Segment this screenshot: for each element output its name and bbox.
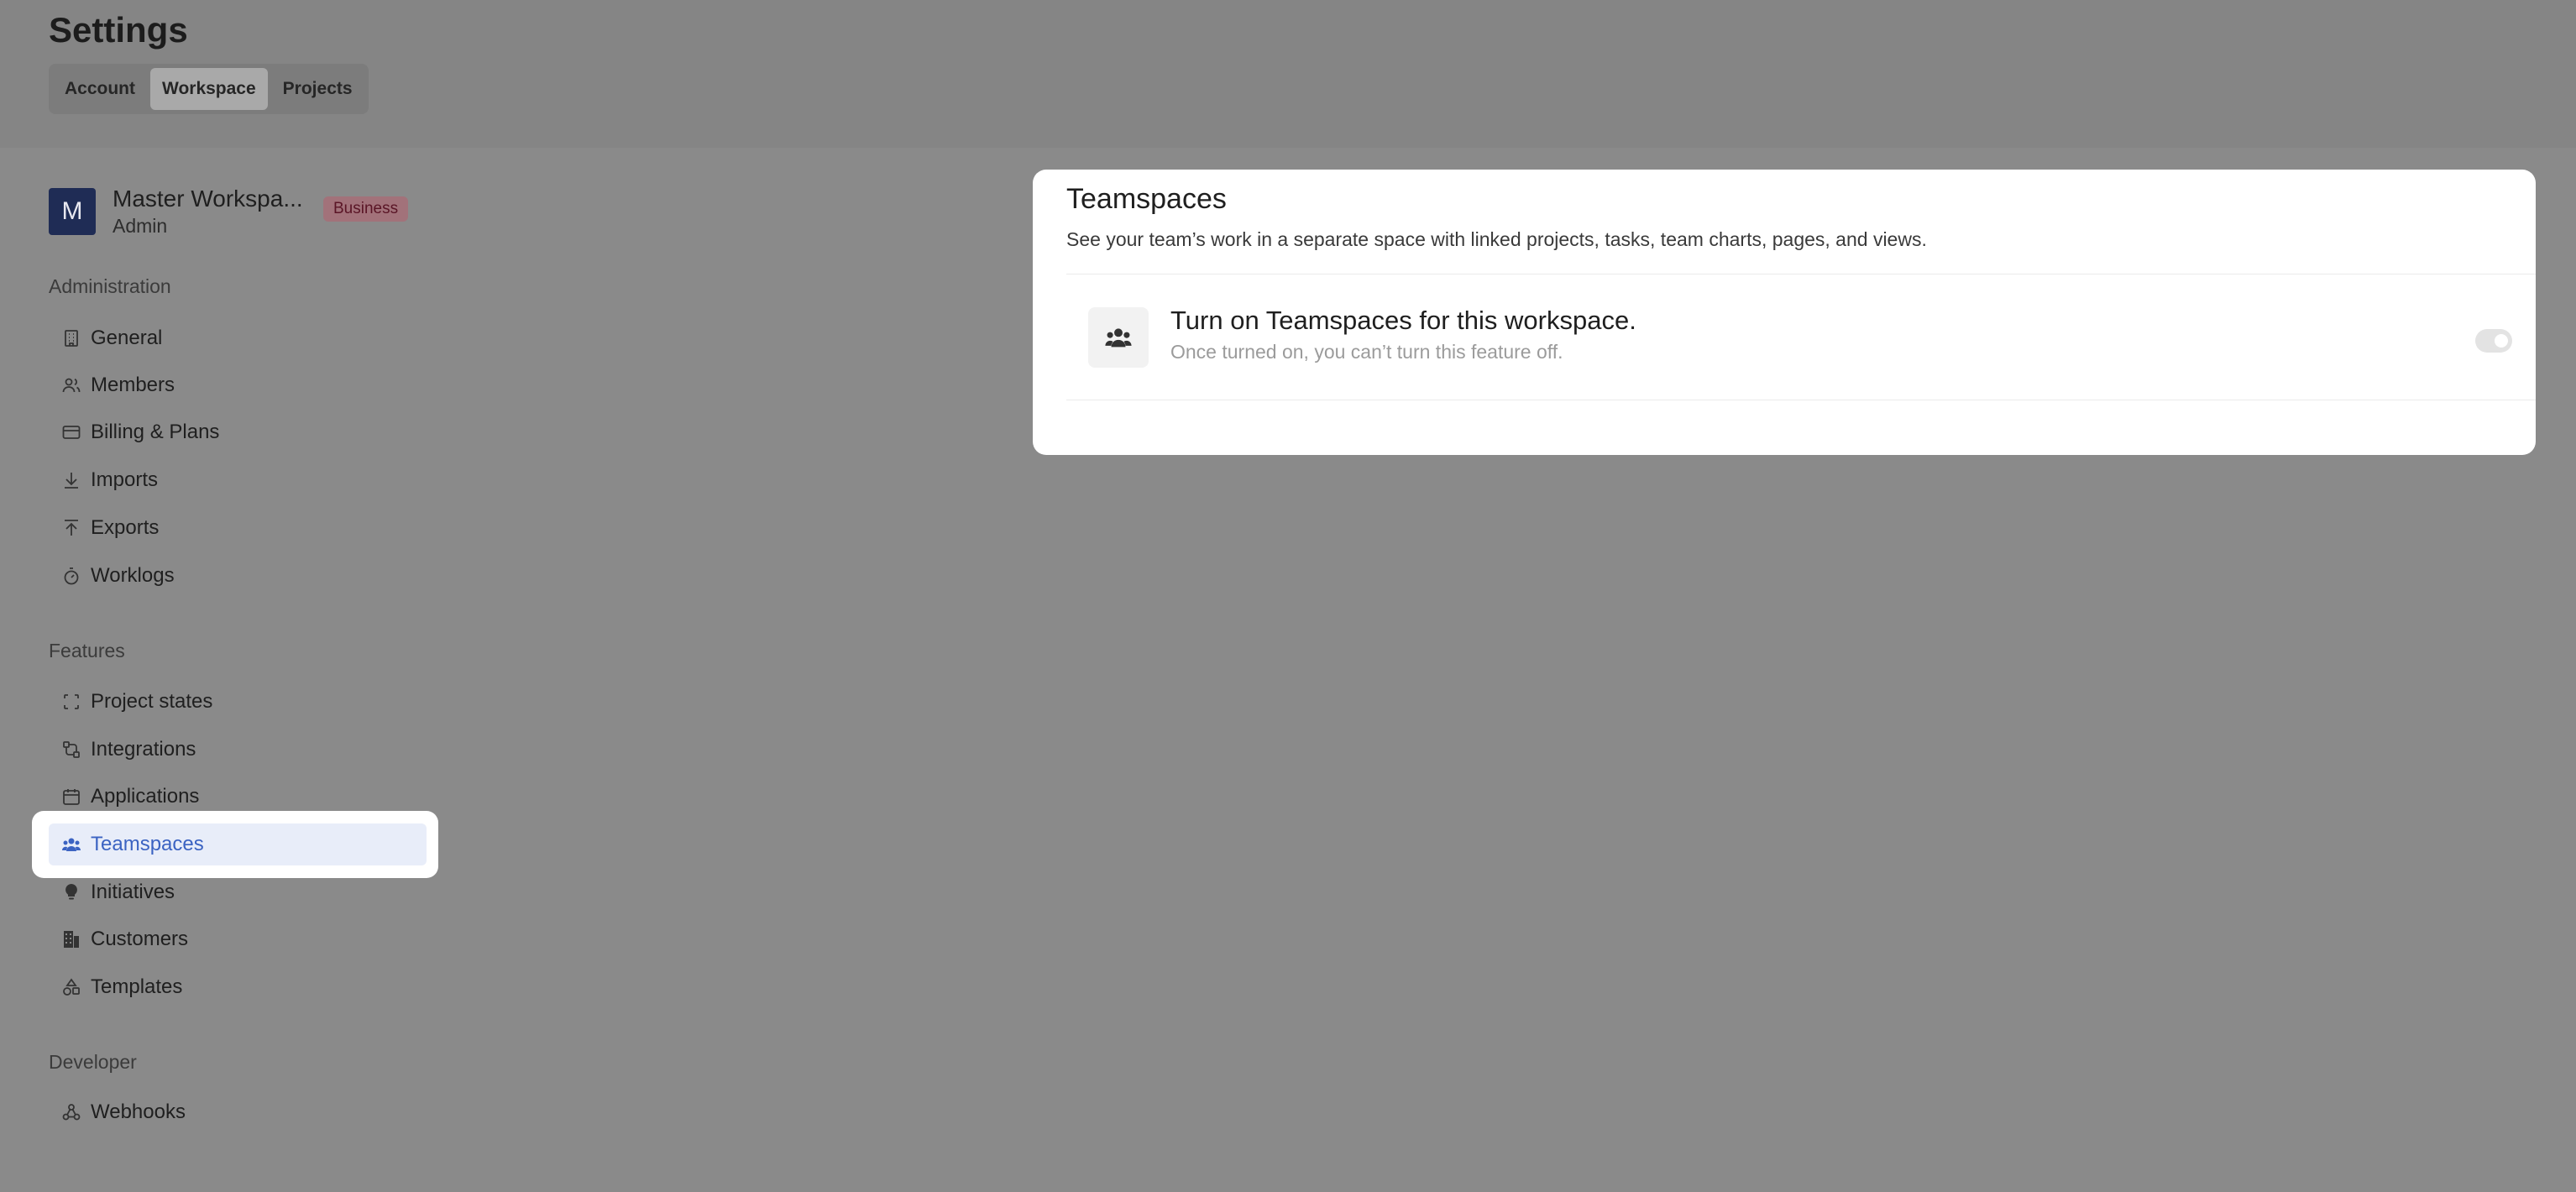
credit-card-icon: [60, 421, 82, 443]
tab-account[interactable]: Account: [53, 68, 147, 110]
section-title-developer: Developer: [49, 1051, 137, 1073]
sidebar-item-label: Integrations: [91, 738, 196, 761]
sidebar-item-worklogs[interactable]: Worklogs: [49, 555, 427, 597]
sidebar-item-billing[interactable]: Billing & Plans: [49, 411, 427, 453]
sidebar-item-label: Initiatives: [91, 881, 175, 903]
sidebar-item-teamspaces[interactable]: Teamspaces: [49, 823, 427, 865]
sidebar-item-integrations[interactable]: Integrations: [49, 729, 427, 771]
teamspaces-icon: [60, 834, 82, 855]
sidebar-item-customers[interactable]: Customers: [49, 918, 427, 960]
feature-title: Turn on Teamspaces for this workspace.: [1170, 306, 1636, 335]
sidebar-item-project-states[interactable]: Project states: [49, 681, 427, 723]
workspace-name: Master Workspa...: [113, 186, 303, 212]
sidebar-item-general[interactable]: General: [49, 317, 427, 359]
card-title: Teamspaces: [1066, 183, 1227, 215]
webhook-icon: [60, 1101, 82, 1123]
sidebar-item-label: Imports: [91, 468, 159, 491]
sidebar-item-label: Templates: [91, 975, 183, 998]
sidebar-item-templates[interactable]: Templates: [49, 966, 427, 1008]
sidebar-item-label: Webhooks: [91, 1101, 186, 1123]
teamspaces-toggle[interactable]: [2475, 329, 2512, 353]
sidebar-item-imports[interactable]: Imports: [49, 459, 427, 501]
calendar-icon: [60, 786, 82, 808]
dashed-square-icon: [60, 691, 82, 713]
users-icon: [60, 374, 82, 396]
download-icon: [60, 469, 82, 491]
page-title: Settings: [49, 10, 188, 50]
sidebar-item-initiatives[interactable]: Initiatives: [49, 871, 427, 913]
lightbulb-icon: [60, 881, 82, 903]
shapes-icon: [60, 976, 82, 998]
section-title-features: Features: [49, 640, 125, 661]
sidebar-item-label: Worklogs: [91, 564, 175, 587]
plan-badge: Business: [323, 196, 409, 222]
workspace-summary: M Master Workspa... Admin Business: [49, 186, 409, 237]
integrations-icon: [60, 739, 82, 761]
tab-workspace[interactable]: Workspace: [150, 68, 268, 110]
sidebar-item-label: Project states: [91, 690, 213, 713]
sidebar-item-label: Teamspaces: [91, 833, 204, 855]
upload-icon: [60, 517, 82, 539]
card-description: See your team’s work in a separate space…: [1066, 228, 1927, 250]
workspace-avatar: M: [49, 188, 96, 235]
sidebar-item-label: Applications: [91, 785, 200, 808]
sidebar-item-label: General: [91, 327, 163, 349]
sidebar-item-label: Exports: [91, 516, 160, 539]
sidebar-item-exports[interactable]: Exports: [49, 507, 427, 549]
settings-header: Settings Account Workspace Projects: [0, 0, 2576, 148]
customers-icon: [60, 928, 82, 950]
feature-subtitle: Once turned on, you can’t turn this feat…: [1170, 341, 1563, 363]
teamspaces-settings-card: Teamspaces See your team’s work in a sep…: [1033, 170, 2536, 455]
sidebar-item-label: Members: [91, 374, 175, 396]
building-icon: [60, 327, 82, 349]
section-title-administration: Administration: [49, 275, 171, 297]
sidebar-item-label: Billing & Plans: [91, 421, 220, 443]
sidebar-item-webhooks[interactable]: Webhooks: [49, 1091, 427, 1133]
sidebar-item-label: Customers: [91, 928, 189, 950]
settings-tabs: Account Workspace Projects: [49, 64, 369, 114]
teamspaces-feature-icon: [1088, 307, 1149, 368]
tab-projects[interactable]: Projects: [271, 68, 364, 110]
timer-icon: [60, 565, 82, 587]
workspace-role: Admin: [113, 215, 168, 237]
sidebar-item-members[interactable]: Members: [49, 364, 427, 406]
